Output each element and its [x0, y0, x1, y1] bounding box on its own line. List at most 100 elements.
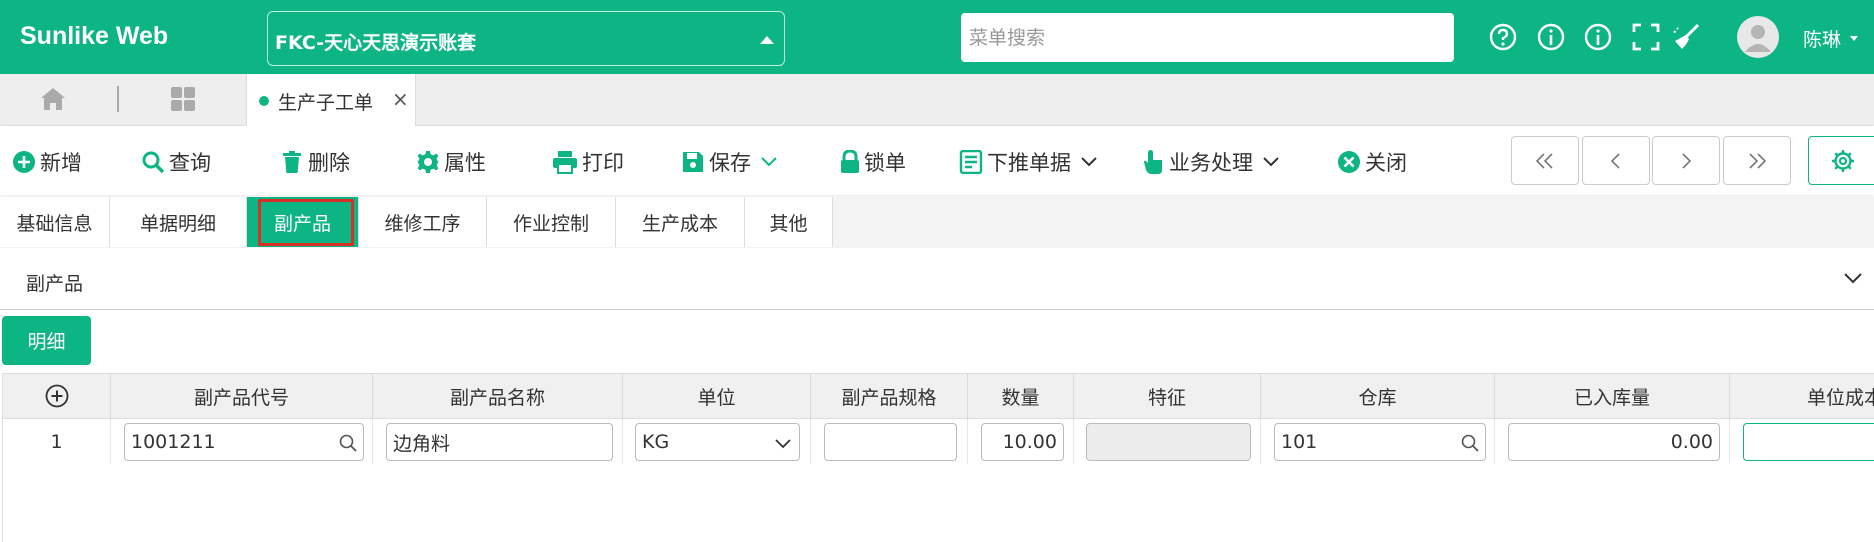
chevron-down-icon[interactable]	[1844, 272, 1862, 284]
stocked-qty-value: 0.00	[1670, 431, 1713, 453]
double-chevron-right-icon	[1749, 152, 1766, 169]
name-cell: 边角料	[373, 419, 623, 464]
selection-highlight	[258, 199, 354, 246]
section-title: 副产品	[26, 273, 84, 295]
unit-value: KG	[642, 431, 670, 453]
search-icon	[142, 151, 165, 174]
info-icon[interactable]	[1583, 22, 1613, 52]
double-chevron-left-icon	[1536, 152, 1553, 169]
byproduct-name-input[interactable]: 边角料	[386, 423, 613, 461]
table-header: 副产品代号 副产品名称 单位 副产品规格 数量 特征 仓库 已入库量 单位成本	[3, 373, 1874, 419]
document-list-icon	[959, 150, 983, 174]
qty-cell: 10.00	[968, 419, 1074, 464]
gear-icon	[1832, 150, 1854, 172]
user-name[interactable]: 陈琳	[1803, 25, 1841, 52]
info-icon[interactable]	[1536, 22, 1566, 52]
lock-label: 锁单	[864, 151, 906, 175]
tab-repair-process[interactable]: 维修工序	[359, 197, 487, 247]
divider	[117, 86, 119, 112]
save-button[interactable]: 保存	[681, 147, 781, 177]
byproduct-name-value: 边角料	[393, 432, 451, 455]
fullscreen-icon[interactable]	[1631, 22, 1661, 52]
row-number: 1	[3, 419, 111, 464]
table-row: 1 1001211 边角料 KG 10.00 101 0.00	[3, 419, 1874, 464]
chevron-down-icon[interactable]	[1081, 157, 1097, 167]
add-row-header[interactable]	[3, 374, 111, 418]
active-dot	[259, 96, 269, 106]
unit-cost-input[interactable]	[1743, 423, 1874, 461]
section-header[interactable]: 副产品	[0, 254, 1874, 310]
stocked-qty-input[interactable]: 0.00	[1508, 423, 1720, 461]
unit-cell: KG	[623, 419, 811, 464]
menu-search-input[interactable]	[961, 13, 1454, 62]
chevron-down-icon[interactable]	[761, 157, 777, 167]
column-header: 特征	[1074, 374, 1261, 418]
add-label: 新增	[40, 151, 82, 175]
toolbar: 新增 查询 删除 属性 打印 保存 锁单 下推单据 业务处理 关闭	[0, 127, 1874, 195]
last-record-button[interactable]	[1723, 136, 1791, 185]
column-header: 副产品规格	[811, 374, 968, 418]
tab-strip: 生产子工单 ×	[0, 74, 1874, 126]
business-button[interactable]: 业务处理	[1141, 147, 1283, 177]
business-label: 业务处理	[1169, 151, 1253, 175]
broom-icon[interactable]	[1671, 22, 1701, 52]
help-icon[interactable]	[1488, 22, 1518, 52]
properties-button[interactable]: 属性	[416, 147, 486, 177]
query-button[interactable]: 查询	[141, 147, 211, 177]
account-selector[interactable]: FKC-天心天思演示账套	[267, 11, 785, 66]
account-name: FKC-天心天思演示账套	[275, 32, 477, 54]
spec-cell	[811, 419, 968, 464]
lock-icon	[841, 150, 859, 173]
first-record-button[interactable]	[1511, 136, 1579, 185]
printer-icon	[553, 151, 577, 174]
apps-grid-icon[interactable]	[170, 86, 196, 112]
tab-label: 生产子工单	[278, 92, 374, 114]
push-down-button[interactable]: 下推单据	[959, 147, 1101, 177]
avatar[interactable]	[1737, 16, 1779, 58]
print-button[interactable]: 打印	[552, 147, 624, 177]
tab-basic-info[interactable]: 基础信息	[0, 197, 110, 247]
tab-other[interactable]: 其他	[745, 197, 833, 247]
delete-label: 删除	[308, 151, 350, 175]
search-icon[interactable]	[339, 434, 357, 452]
add-row-icon[interactable]	[45, 384, 69, 408]
close-icon[interactable]: ×	[392, 87, 409, 111]
chevron-down-icon[interactable]	[1263, 157, 1279, 167]
tab-document-details[interactable]: 单据明细	[110, 197, 247, 247]
unit-select[interactable]: KG	[635, 423, 800, 461]
delete-button[interactable]: 删除	[280, 147, 350, 177]
warehouse-input[interactable]: 101	[1274, 423, 1486, 461]
detail-button[interactable]: 明细	[2, 316, 91, 365]
hand-pointer-icon	[1144, 150, 1162, 174]
chevron-down-icon	[775, 439, 791, 449]
column-header: 数量	[968, 374, 1074, 418]
column-header: 副产品名称	[373, 374, 623, 418]
next-record-button[interactable]	[1652, 136, 1720, 185]
chevron-right-icon	[1682, 152, 1691, 169]
quantity-input[interactable]: 10.00	[981, 423, 1064, 461]
brand-logo: Sunlike Web	[20, 22, 169, 50]
warehouse-value: 101	[1281, 431, 1318, 453]
close-doc-button[interactable]: 关闭	[1337, 147, 1407, 177]
properties-label: 属性	[444, 151, 486, 175]
caret-up-icon	[760, 36, 774, 44]
gear-icon	[417, 151, 439, 173]
byproduct-spec-input[interactable]	[824, 423, 957, 461]
lock-button[interactable]: 锁单	[840, 147, 906, 177]
trash-icon	[283, 151, 301, 173]
home-icon[interactable]	[40, 86, 66, 112]
tab-production-suborder[interactable]: 生产子工单 ×	[246, 74, 416, 126]
column-header: 已入库量	[1495, 374, 1730, 418]
save-label: 保存	[709, 151, 751, 175]
tab-production-cost[interactable]: 生产成本	[616, 197, 745, 247]
tab-job-control[interactable]: 作业控制	[487, 197, 616, 247]
settings-button[interactable]	[1808, 136, 1874, 185]
search-icon[interactable]	[1461, 434, 1479, 452]
add-circle-icon	[13, 151, 35, 173]
add-button[interactable]: 新增	[12, 147, 82, 177]
byproduct-code-input[interactable]: 1001211	[124, 423, 364, 461]
save-icon	[683, 152, 703, 172]
previous-record-button[interactable]	[1582, 136, 1650, 185]
chevron-down-icon[interactable]	[1850, 36, 1858, 41]
byproduct-code-value: 1001211	[131, 431, 216, 453]
